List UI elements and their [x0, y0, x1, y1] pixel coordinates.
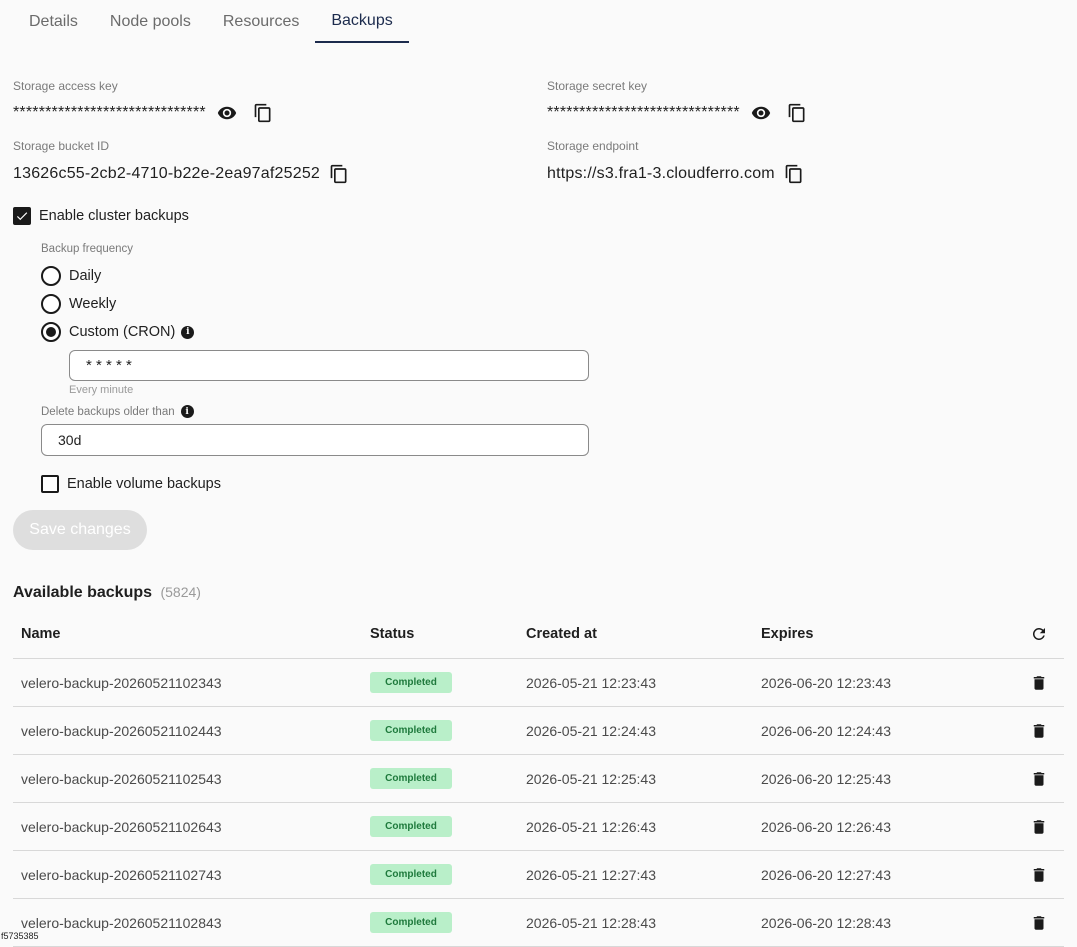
- delete-older-input[interactable]: [41, 424, 589, 456]
- trash-icon[interactable]: [1030, 866, 1048, 884]
- available-backups-title-text: Available backups: [13, 584, 153, 601]
- backup-expires: 2026-06-20 12:25:43: [753, 754, 988, 803]
- trash-icon[interactable]: [1030, 674, 1048, 692]
- tab-resources[interactable]: Resources: [207, 0, 315, 43]
- storage-access-key-value: ******************************: [13, 104, 206, 121]
- storage-bucket: 13626c55-2cb2-4710-b22e-2ea97af25252: [13, 163, 350, 185]
- delete-older-label: Delete backups older than: [41, 405, 175, 418]
- radio-weekly-label: Weekly: [69, 296, 117, 312]
- trash-icon[interactable]: [1030, 722, 1048, 740]
- backup-created: 2026-05-21 12:25:43: [518, 754, 753, 803]
- copy-icon[interactable]: [328, 163, 350, 185]
- backups-table: Name Status Created at Expires velero-ba…: [13, 610, 1064, 947]
- backup-created: 2026-05-21 12:27:43: [518, 850, 753, 899]
- tab-node-pools[interactable]: Node pools: [94, 0, 207, 43]
- trash-icon[interactable]: [1030, 914, 1048, 932]
- eye-icon[interactable]: [216, 102, 238, 124]
- status-badge: Completed: [370, 912, 452, 933]
- backup-created: 2026-05-21 12:24:43: [518, 706, 753, 755]
- checkbox-unchecked-icon: [41, 475, 59, 493]
- column-header-name: Name: [13, 610, 362, 659]
- save-changes-button[interactable]: Save changes: [13, 510, 147, 550]
- backup-name: velero-backup-20260521102743: [13, 850, 362, 899]
- radio-custom-cron-label: Custom (CRON): [69, 324, 176, 340]
- storage-access-key: ******************************: [13, 102, 274, 124]
- backup-expires: 2026-06-20 12:23:43: [753, 658, 988, 707]
- backup-expires: 2026-06-20 12:24:43: [753, 706, 988, 755]
- storage-secret-key: ******************************: [547, 102, 808, 124]
- column-header-created: Created at: [518, 610, 753, 659]
- backup-frequency-label: Backup frequency: [41, 243, 134, 255]
- column-header-status: Status: [362, 610, 518, 659]
- table-header-row: Name Status Created at Expires: [13, 610, 1064, 659]
- delete-older-label-row: Delete backups older than i: [41, 405, 194, 418]
- backup-expires: 2026-06-20 12:26:43: [753, 802, 988, 851]
- backup-created: 2026-05-21 12:23:43: [518, 658, 753, 707]
- refresh-cell: [988, 610, 1064, 659]
- trash-icon[interactable]: [1030, 818, 1048, 836]
- copy-icon[interactable]: [783, 163, 805, 185]
- cron-expression-input[interactable]: [69, 350, 589, 381]
- status-badge: Completed: [370, 672, 452, 693]
- copy-icon[interactable]: [252, 102, 274, 124]
- backup-expires: 2026-06-20 12:28:43: [753, 898, 988, 947]
- storage-secret-key-value: ******************************: [547, 104, 740, 121]
- table-row: velero-backup-20260521102843 Completed 2…: [13, 898, 1064, 947]
- trash-icon[interactable]: [1030, 770, 1048, 788]
- tab-backups[interactable]: Backups: [315, 0, 409, 43]
- available-backups-count: (5824): [160, 584, 201, 600]
- backup-created: 2026-05-21 12:28:43: [518, 898, 753, 947]
- status-badge: Completed: [370, 720, 452, 741]
- storage-secret-key-label: Storage secret key: [547, 79, 648, 93]
- radio-unchecked-icon: [41, 294, 61, 314]
- radio-weekly[interactable]: Weekly: [41, 294, 116, 314]
- radio-unchecked-icon: [41, 266, 61, 286]
- status-badge: Completed: [370, 816, 452, 837]
- checkbox-checked-icon: [13, 207, 31, 225]
- storage-bucket-label: Storage bucket ID: [13, 139, 110, 153]
- backup-name: velero-backup-20260521102343: [13, 658, 362, 707]
- eye-icon[interactable]: [750, 102, 772, 124]
- copy-icon[interactable]: [786, 102, 808, 124]
- tab-details[interactable]: Details: [13, 0, 94, 43]
- table-row: velero-backup-20260521102543 Completed 2…: [13, 754, 1064, 803]
- enable-cluster-backups-checkbox[interactable]: Enable cluster backups: [13, 207, 189, 225]
- table-row: velero-backup-20260521102643 Completed 2…: [13, 802, 1064, 851]
- info-icon[interactable]: i: [180, 405, 194, 418]
- status-badge: Completed: [370, 864, 452, 885]
- storage-endpoint-value: https://s3.fra1-3.cloudferro.com: [547, 165, 775, 182]
- radio-daily[interactable]: Daily: [41, 266, 101, 286]
- storage-endpoint: https://s3.fra1-3.cloudferro.com: [547, 163, 805, 185]
- backup-expires: 2026-06-20 12:27:43: [753, 850, 988, 899]
- table-row: velero-backup-20260521102743 Completed 2…: [13, 850, 1064, 899]
- cron-hint: Every minute: [69, 384, 134, 396]
- info-icon[interactable]: i: [181, 325, 195, 339]
- backup-name: velero-backup-20260521102443: [13, 706, 362, 755]
- enable-volume-backups-checkbox[interactable]: Enable volume backups: [41, 475, 221, 493]
- storage-bucket-value: 13626c55-2cb2-4710-b22e-2ea97af25252: [13, 165, 321, 182]
- backup-name: velero-backup-20260521102843: [13, 898, 362, 947]
- storage-endpoint-label: Storage endpoint: [547, 139, 639, 153]
- table-row: velero-backup-20260521102443 Completed 2…: [13, 706, 1064, 755]
- storage-access-key-label: Storage access key: [13, 79, 118, 93]
- available-backups-title: Available backups (5824): [13, 584, 201, 602]
- table-row: velero-backup-20260521102343 Completed 2…: [13, 658, 1064, 707]
- enable-volume-backups-label: Enable volume backups: [67, 476, 221, 492]
- radio-checked-icon: [41, 322, 61, 342]
- status-badge: Completed: [370, 768, 452, 789]
- column-header-expires: Expires: [753, 610, 988, 659]
- refresh-icon[interactable]: [1030, 625, 1048, 643]
- enable-cluster-backups-label: Enable cluster backups: [39, 208, 189, 224]
- backup-created: 2026-05-21 12:26:43: [518, 802, 753, 851]
- radio-daily-label: Daily: [69, 268, 102, 284]
- radio-custom-cron[interactable]: Custom (CRON) i: [41, 322, 195, 342]
- tab-bar: Details Node pools Resources Backups: [13, 0, 409, 45]
- backup-name: velero-backup-20260521102643: [13, 802, 362, 851]
- backup-name: velero-backup-20260521102543: [13, 754, 362, 803]
